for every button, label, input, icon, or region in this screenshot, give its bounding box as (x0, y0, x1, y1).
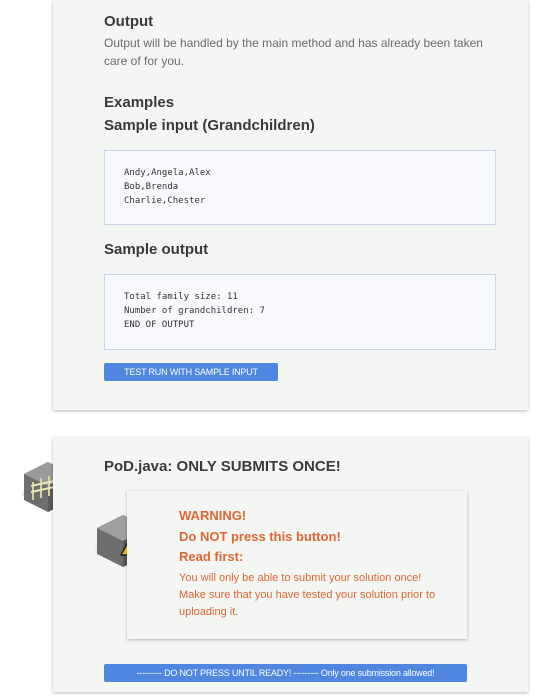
sample-input-line: Andy,Angela,Alex (124, 168, 211, 178)
sample-output-line: Total family size: 11 (124, 292, 238, 302)
sample-input-line: Charlie,Chester (124, 196, 206, 206)
sample-output-heading: Sample output (104, 241, 209, 258)
submission-title: PoD.java: ONLY SUBMITS ONCE! (104, 458, 341, 475)
examples-heading: Examples (104, 94, 175, 111)
sample-output-line: END OF OUTPUT (124, 320, 195, 330)
submission-card: PoD.java: ONLY SUBMITS ONCE! WARNING! Do… (53, 437, 528, 692)
warning-panel: WARNING! Do NOT press this button! Read … (127, 491, 467, 639)
sample-input-line: Bob,Brenda (124, 182, 179, 192)
test-run-button[interactable]: TEST RUN WITH SAMPLE INPUT (104, 363, 278, 381)
submit-solution-button[interactable]: --------- DO NOT PRESS UNTIL READY! ----… (104, 664, 467, 682)
sample-output-line: Number of grandchildren: 7 (124, 306, 265, 316)
problem-details-card: Output Output will be handled by the mai… (53, 0, 528, 410)
read-first-label: Read first: (179, 549, 244, 564)
output-heading: Output (104, 13, 154, 30)
warning-title: WARNING! (179, 508, 247, 523)
warning-message: You will only be able to submit your sol… (179, 572, 436, 618)
sample-input-block: Andy,Angela,Alex Bob,Brenda Charlie,Ches… (104, 150, 496, 225)
output-description: Output will be handled by the main metho… (104, 36, 483, 68)
sample-input-heading: Sample input (Grandchildren) (104, 117, 315, 134)
sample-output-block: Total family size: 11 Number of grandchi… (104, 274, 496, 350)
warning-subtitle: Do NOT press this button! (179, 529, 341, 544)
